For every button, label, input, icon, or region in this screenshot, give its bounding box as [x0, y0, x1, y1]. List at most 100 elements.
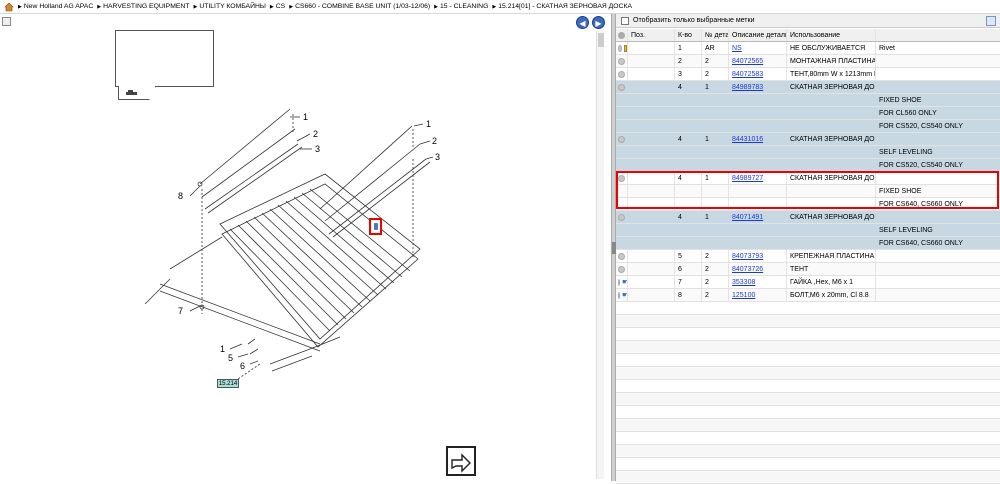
table-row[interactable]: FOR CS640, CS660 ONLY — [616, 237, 1000, 250]
table-row[interactable]: SELF LEVELING — [616, 146, 1000, 159]
cell-qty: 1 — [705, 213, 709, 221]
callout-3a: 3 — [315, 144, 320, 154]
table-row[interactable]: 4 1 84989783 СКАТНАЯ ЗЕРНОВАЯ ДОС — [616, 81, 1000, 94]
part-number-link[interactable]: 84989783 — [732, 84, 763, 91]
next-page-button[interactable]: ▶ — [592, 16, 605, 29]
select-all-icon[interactable] — [618, 31, 625, 39]
empty-row — [616, 328, 1000, 341]
empty-row — [616, 367, 1000, 380]
table-row[interactable]: 2 2 84072565 МОНТАЖНАЯ ПЛАСТИНА — [616, 55, 1000, 68]
home-icon[interactable] — [4, 2, 14, 12]
car-icon — [126, 90, 137, 95]
column-header[interactable]: К-во — [675, 29, 702, 41]
table-row[interactable]: ☛ 7 2 353308 ГАЙКА ,Hex, M6 x 1 — [616, 276, 1000, 289]
breadcrumb-item[interactable]: CS660 - COMBINE BASE UNIT (1/03-12/06) — [289, 3, 430, 10]
part-number-link[interactable]: 84073793 — [732, 253, 763, 260]
table-row[interactable]: 1 AR NS НЕ ОБСЛУЖИВАЕТСЯ Rivet — [616, 42, 1000, 55]
select-row-icon[interactable] — [618, 70, 625, 78]
cell-qty: 1 — [705, 174, 709, 182]
empty-row — [616, 341, 1000, 354]
empty-row — [616, 354, 1000, 367]
cell-pos: 4 — [678, 174, 682, 182]
table-row[interactable]: FIXED SHOE — [616, 185, 1000, 198]
cell-pos: 3 — [678, 70, 682, 78]
cell-desc: НЕ ОБСЛУЖИВАЕТСЯ — [790, 44, 866, 52]
empty-row — [616, 315, 1000, 328]
cell-desc: СКАТНАЯ ЗЕРНОВАЯ ДОС — [790, 174, 876, 182]
empty-row — [616, 445, 1000, 458]
cell-pos: 8 — [678, 291, 682, 299]
breadcrumb-item[interactable]: New Holland AG APAC — [18, 3, 93, 10]
part-number-link[interactable]: NS — [732, 45, 742, 52]
part-number-link[interactable]: 125100 — [732, 292, 755, 299]
part-number-link[interactable]: 84989727 — [732, 175, 763, 182]
column-header[interactable]: Поз. — [628, 29, 675, 41]
cell-use: FIXED SHOE — [879, 96, 922, 104]
previous-page-button[interactable]: ◀ — [576, 16, 589, 29]
table-row[interactable]: 3 2 84072583 ТЕНТ,80mm W x 1213mm L — [616, 68, 1000, 81]
select-row-icon[interactable] — [618, 135, 625, 143]
selected-hotspot-marker[interactable] — [369, 218, 382, 235]
package-icon[interactable] — [623, 44, 627, 52]
thumbnail-control[interactable] — [118, 86, 156, 100]
select-row-icon[interactable] — [618, 57, 625, 65]
breadcrumb-item[interactable]: UTILITY КОМБАЙНЫ — [193, 3, 266, 10]
part-number-link[interactable]: 84072583 — [732, 71, 763, 78]
select-row-icon[interactable] — [618, 213, 625, 221]
table-row[interactable]: FOR CS640, CS660 ONLY — [616, 198, 1000, 211]
callout-2b: 2 — [432, 136, 437, 146]
diagram-panel: ◀ ▶ 1 2 3 1 2 3 8 7 1 5 6 15.214 — [0, 14, 612, 481]
part-number-link[interactable]: 84431016 — [732, 136, 763, 143]
cell-use: FOR CS520, CS540 ONLY — [879, 161, 963, 169]
toolbar-icon[interactable] — [2, 17, 11, 26]
cell-desc: СКАТНАЯ ЗЕРНОВАЯ ДОС — [790, 83, 876, 91]
select-row-icon[interactable] — [618, 44, 622, 52]
diagram-scrollbar[interactable] — [596, 31, 604, 479]
column-header[interactable]: Использование — [787, 29, 876, 41]
part-number-link[interactable]: 353308 — [732, 279, 755, 286]
thumbnail-preview[interactable] — [115, 30, 214, 87]
table-row[interactable]: FIXED SHOE — [616, 94, 1000, 107]
table-row[interactable]: FOR CL560 ONLY — [616, 107, 1000, 120]
table-row[interactable]: ☛ 8 2 125100 БОЛТ,M6 x 20mm, Cl 8.8 — [616, 289, 1000, 302]
breadcrumb-item[interactable]: CS — [270, 3, 285, 10]
empty-row — [616, 393, 1000, 406]
callout-8: 8 — [178, 191, 183, 201]
exploded-parts-diagram: 1 2 3 1 2 3 8 7 1 5 6 — [144, 108, 440, 382]
table-row[interactable]: FOR CS520, CS540 ONLY — [616, 120, 1000, 133]
select-row-icon[interactable] — [618, 291, 620, 299]
column-header[interactable]: № детали — [702, 29, 729, 41]
table-row[interactable]: 4 1 84989727 СКАТНАЯ ЗЕРНОВАЯ ДОС — [616, 172, 1000, 185]
show-selected-checkbox[interactable] — [621, 16, 629, 25]
empty-row — [616, 380, 1000, 393]
part-number-link[interactable]: 84072565 — [732, 58, 763, 65]
breadcrumb-item[interactable]: HARVESTING EQUIPMENT — [97, 3, 189, 10]
table-row[interactable]: 4 1 84431016 СКАТНАЯ ЗЕРНОВАЯ ДОС — [616, 133, 1000, 146]
cell-pos: 6 — [678, 265, 682, 273]
cell-use: SELF LEVELING — [879, 148, 933, 156]
select-row-icon[interactable] — [618, 252, 625, 260]
diagram-reference-tag[interactable]: 15.214 — [217, 379, 239, 388]
empty-row — [616, 458, 1000, 471]
table-row[interactable]: SELF LEVELING — [616, 224, 1000, 237]
export-button[interactable] — [986, 16, 996, 26]
part-number-link[interactable]: 84073726 — [732, 266, 763, 273]
select-row-icon[interactable] — [618, 174, 625, 182]
select-row-icon[interactable] — [618, 278, 620, 286]
cell-desc: КРЕПЕЖНАЯ ПЛАСТИНА — [790, 252, 875, 260]
breadcrumb-item[interactable]: 15 - CLEANING — [434, 3, 488, 10]
parts-table: Поз. К-во № детали Описание детали Испол… — [616, 29, 1000, 484]
page-navigation-button[interactable] — [446, 446, 476, 476]
select-row-icon[interactable] — [618, 83, 625, 91]
table-row[interactable]: 4 1 84071491 СКАТНАЯ ЗЕРНОВАЯ ДОС — [616, 211, 1000, 224]
parts-list-panel: Отобразить только выбранные метки Поз. К… — [616, 14, 1000, 484]
table-row[interactable]: FOR CS520, CS540 ONLY — [616, 159, 1000, 172]
breadcrumb-item[interactable]: 15.214[01] - СКАТНАЯ ЗЕРНОВАЯ ДОСКА — [492, 3, 632, 10]
select-row-icon[interactable] — [618, 265, 625, 273]
cell-qty: 2 — [705, 57, 709, 65]
cell-use: FIXED SHOE — [879, 187, 922, 195]
table-row[interactable]: 6 2 84073726 ТЕНТ — [616, 263, 1000, 276]
table-row[interactable]: 5 2 84073793 КРЕПЕЖНАЯ ПЛАСТИНА — [616, 250, 1000, 263]
part-number-link[interactable]: 84071491 — [732, 214, 763, 221]
column-header[interactable]: Описание детали — [729, 29, 787, 41]
